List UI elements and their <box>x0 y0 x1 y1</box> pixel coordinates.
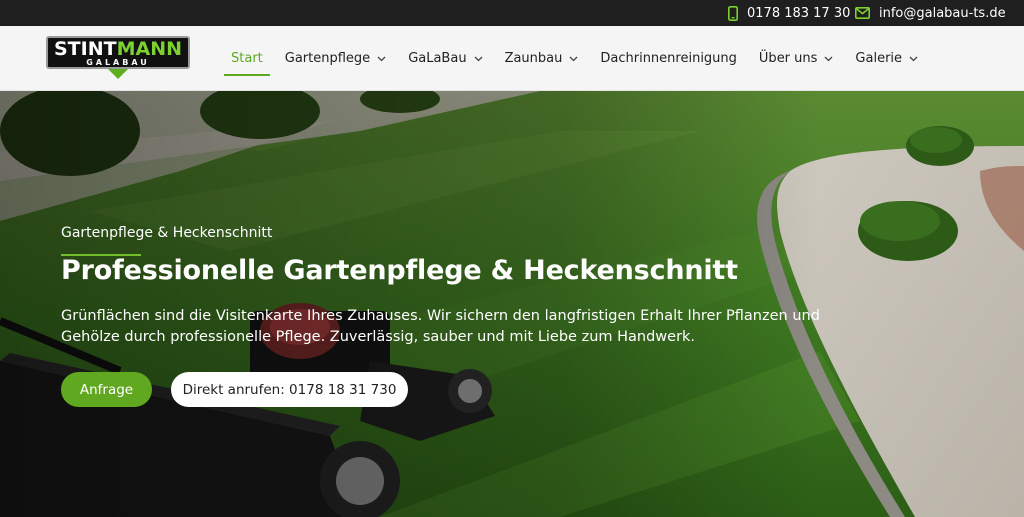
logo-wordmark: STINTMANN <box>46 38 190 60</box>
topbar-phone-text: 0178 183 17 30 <box>747 5 851 21</box>
top-contact-bar: 0178 183 17 30 info@galabau-ts.de <box>0 0 1024 26</box>
logo-chevron-icon <box>108 69 128 79</box>
nav-item-ueber-uns[interactable]: Über uns <box>752 26 841 90</box>
chevron-down-icon <box>474 51 483 66</box>
topbar-email-text: info@galabau-ts.de <box>879 5 1006 21</box>
site-header: STINTMANN GALABAU Start Gartenpflege GaL… <box>0 26 1024 91</box>
nav-item-start[interactable]: Start <box>224 26 270 90</box>
logo-subtitle: GALABAU <box>86 58 150 67</box>
hero-section: Gartenpflege & Heckenschnitt Professione… <box>0 91 1024 517</box>
chevron-down-icon <box>569 51 578 66</box>
logo-word-part1: STINT <box>54 38 117 60</box>
topbar-phone-link[interactable]: 0178 183 17 30 <box>728 0 850 26</box>
hero-overlay <box>0 91 1024 517</box>
envelope-icon <box>855 7 870 19</box>
logo[interactable]: STINTMANN GALABAU <box>46 36 190 84</box>
nav-item-zaunbau[interactable]: Zaunbau <box>498 26 586 90</box>
logo-word-part2: MANN <box>116 38 182 60</box>
nav-item-label: Dachrinnenreinigung <box>600 50 737 66</box>
inquiry-button[interactable]: Anfrage <box>61 372 152 407</box>
nav-item-label: Über uns <box>758 50 818 66</box>
hero-lead-text: Grünflächen sind die Visitenkarte Ihres … <box>61 308 820 345</box>
hero-eyebrow: Gartenpflege & Heckenschnitt <box>61 225 273 241</box>
chevron-down-icon <box>824 51 833 66</box>
nav-item-dachrinnenreinigung[interactable]: Dachrinnenreinigung <box>593 26 744 90</box>
topbar-email-link[interactable]: info@galabau-ts.de <box>855 0 1006 26</box>
nav-item-label: Gartenpflege <box>284 50 371 66</box>
nav-item-label: Start <box>231 50 263 66</box>
main-nav: Start Gartenpflege GaLaBau Zaunbau Dachr… <box>224 26 933 90</box>
call-now-button[interactable]: Direkt anrufen: 0178 18 31 730 <box>171 372 408 407</box>
nav-item-label: GaLaBau <box>408 50 467 66</box>
nav-item-label: Galerie <box>855 50 903 66</box>
nav-item-gartenpflege[interactable]: Gartenpflege <box>278 26 393 90</box>
nav-item-label: Zaunbau <box>504 50 563 66</box>
nav-item-galerie[interactable]: Galerie <box>848 26 925 90</box>
chevron-down-icon <box>377 51 386 66</box>
hero-title: Professionelle Gartenpflege & Heckenschn… <box>61 255 738 286</box>
phone-icon <box>728 5 738 21</box>
chevron-down-icon <box>909 51 918 66</box>
nav-item-galabau[interactable]: GaLaBau <box>401 26 489 90</box>
